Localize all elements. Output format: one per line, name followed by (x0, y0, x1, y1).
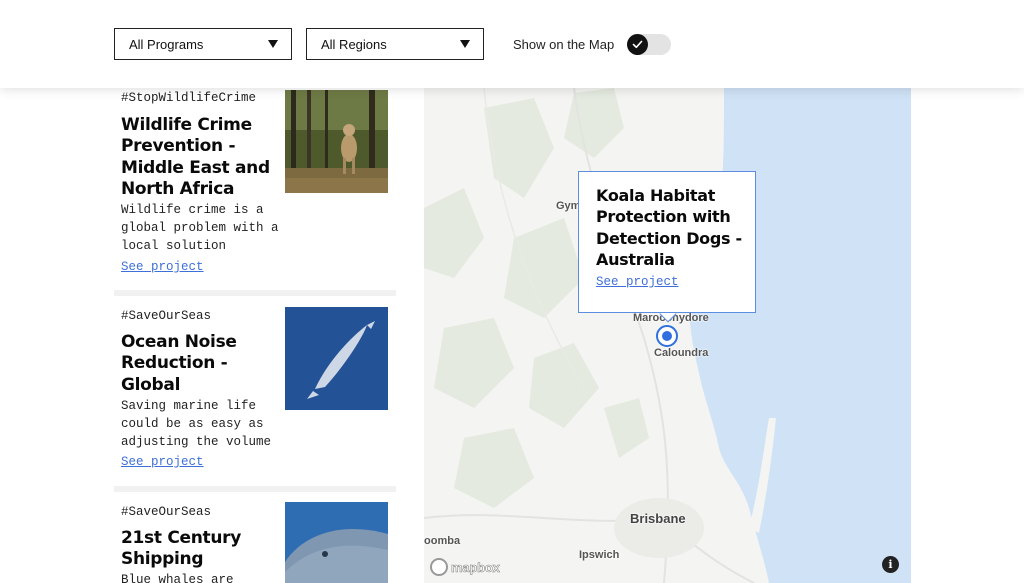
place-label-brisbane: Brisbane (630, 511, 686, 526)
place-label-toowoomba: oomba (424, 535, 461, 547)
project-image-monkey[interactable] (285, 90, 388, 193)
see-project-link[interactable]: See project (121, 260, 204, 274)
project-title: Ocean Noise Reduction - Global (121, 332, 237, 395)
mapbox-wordmark: mapbox (451, 559, 500, 575)
project-description: Wildlife crime is a global problem with … (121, 203, 279, 253)
place-label-caloundra: Caloundra (654, 347, 709, 359)
chevron-down-icon (268, 40, 278, 48)
popup-title: Koala Habitat Protection with Detection … (596, 186, 742, 269)
project-card: #SaveOurSeas Ocean Noise Reduction - Glo… (114, 296, 396, 486)
regions-select[interactable]: All Regions (306, 28, 484, 60)
place-label-ipswich: Ipswich (579, 549, 620, 561)
project-card: #SaveOurSeas 21st Century Shipping Blue … (114, 492, 396, 583)
map-popup: Koala Habitat Protection with Detection … (578, 171, 756, 313)
project-tag: #SaveOurSeas (121, 309, 212, 323)
page-margin (911, 88, 1024, 583)
programs-select-value: All Programs (129, 36, 204, 52)
project-tag: #StopWildlifeCrime (121, 91, 257, 105)
project-list: #StopWildlifeCrime Wildlife Crime Preven… (114, 88, 396, 583)
place-label-gympie: Gym (556, 200, 581, 212)
project-description: Blue whales are (121, 573, 234, 583)
popup-see-project-link[interactable]: See project (596, 275, 679, 289)
mapbox-logo[interactable]: mapbox (430, 558, 500, 576)
show-on-map-toggle[interactable] (627, 34, 671, 55)
regions-select-value: All Regions (321, 36, 387, 52)
chevron-down-icon (460, 40, 470, 48)
project-image-blue-whale[interactable] (285, 502, 388, 583)
project-title: Wildlife Crime Prevention - Middle East … (121, 115, 270, 199)
map-marker[interactable] (656, 325, 678, 347)
see-project-link[interactable]: See project (121, 455, 204, 469)
toggle-knob (627, 34, 648, 55)
project-image-whale[interactable] (285, 307, 388, 410)
project-description: Saving marine life could be as easy as a… (121, 399, 272, 449)
mapbox-icon (430, 558, 448, 576)
project-card: #StopWildlifeCrime Wildlife Crime Preven… (114, 88, 396, 290)
checkmark-icon (632, 40, 643, 49)
project-title: 21st Century Shipping (121, 528, 242, 570)
show-on-map-label: Show on the Map (513, 37, 615, 52)
map-view[interactable]: Gym Maroochydore Caloundra Brisbane oomb… (424, 88, 911, 583)
project-tag: #SaveOurSeas (121, 505, 212, 519)
programs-select[interactable]: All Programs (114, 28, 292, 60)
filter-bar: All Programs All Regions Show on the Map (0, 0, 1024, 88)
info-icon[interactable]: i (882, 556, 899, 573)
